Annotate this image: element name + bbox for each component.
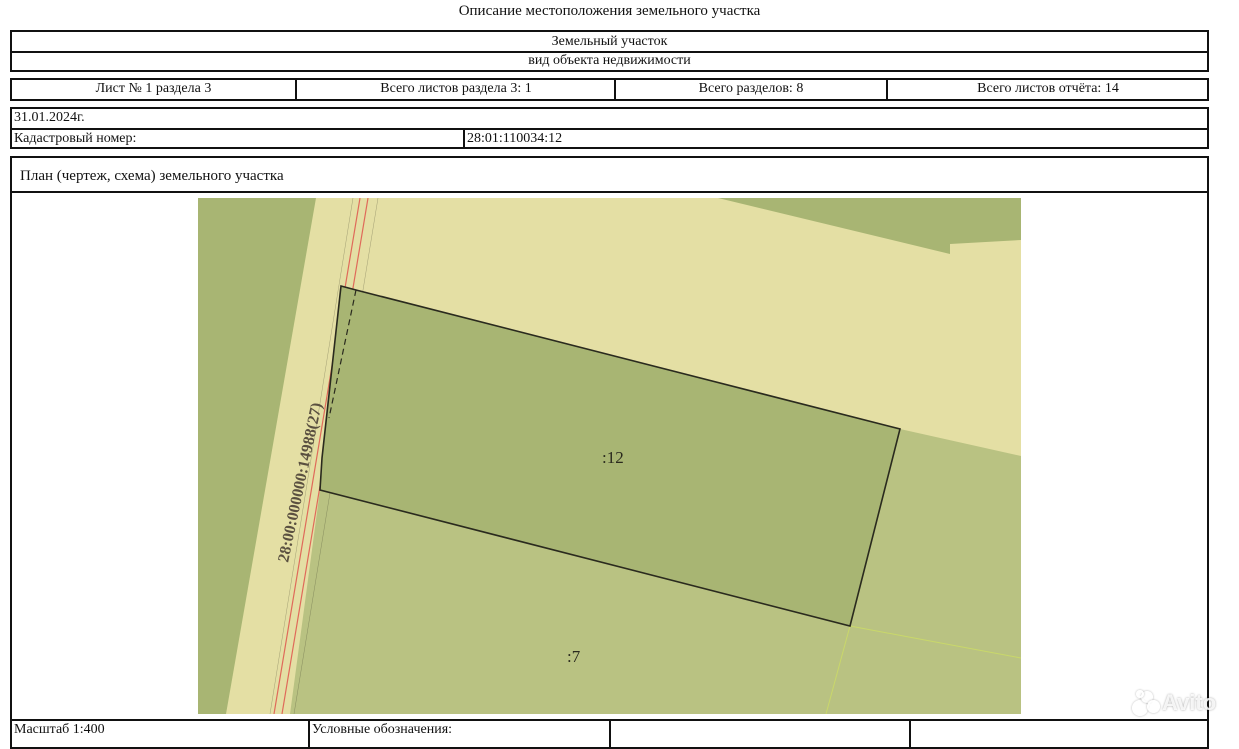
- cadastral-number: 28:01:110034:12: [467, 131, 563, 146]
- avito-watermark-text: Avito: [1162, 690, 1217, 715]
- total-sections: Всего разделов: 8: [698, 81, 804, 96]
- parcel-12-label: :12: [602, 448, 624, 467]
- sheet-info-row: Лист № 1 раздела 3 Всего листов раздела …: [10, 78, 1209, 101]
- object-type: вид объекта недвижимости: [528, 53, 691, 68]
- parcel-7-label: :7: [567, 647, 581, 666]
- record-box: 31.01.2024г. Кадастровый номер: 28:01:11…: [10, 107, 1209, 149]
- footer-row: Масштаб 1:400 Условные обозначения:: [10, 719, 1209, 749]
- footer-divider-3: [909, 721, 911, 747]
- sheet-number: Лист № 1 раздела 3: [95, 81, 212, 96]
- plan-heading: План (чертеж, схема) земельного участка: [20, 168, 284, 184]
- sheets-in-section: Всего листов раздела 3: 1: [380, 81, 532, 96]
- document-title: Описание местоположения земельного участ…: [458, 3, 761, 19]
- object-header-box: Земельный участок вид объекта недвижимос…: [10, 30, 1209, 72]
- avito-logo-icon: [1132, 690, 1160, 716]
- footer-divider-1: [308, 721, 310, 747]
- cadastral-divider: [463, 128, 465, 147]
- object-name: Земельный участок: [551, 34, 668, 49]
- map-svg: 28:00:000000:14988(27) :12 :7: [198, 198, 1021, 714]
- plan-heading-divider: [12, 191, 1207, 193]
- cadastral-label: Кадастровый номер:: [14, 131, 137, 146]
- cadastral-map: 28:00:000000:14988(27) :12 :7: [198, 198, 1021, 714]
- footer-divider-2: [609, 721, 611, 747]
- scale-label: Масштаб 1:400: [14, 722, 105, 737]
- record-divider: [12, 128, 1207, 130]
- record-date: 31.01.2024г.: [14, 110, 85, 125]
- total-sheets: Всего листов отчёта: 14: [977, 81, 1119, 96]
- avito-watermark: Avito: [1132, 690, 1216, 716]
- legend-label: Условные обозначения:: [312, 722, 453, 737]
